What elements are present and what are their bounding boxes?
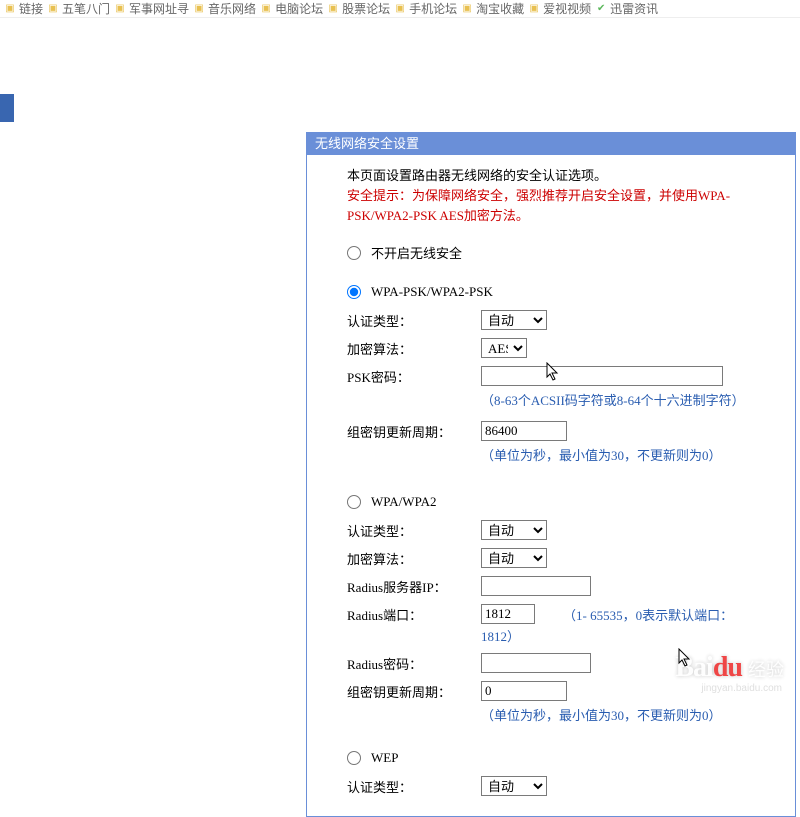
folder-icon: ▣ (193, 3, 205, 15)
group-key-hint: （单位为秒，最小值为30，不更新则为0） (481, 445, 781, 464)
field-auth-type: 认证类型： 自动 (347, 310, 781, 330)
radio-wpa[interactable] (347, 495, 361, 509)
folder-icon: ▣ (4, 3, 16, 15)
group-key-input[interactable] (481, 421, 567, 441)
field-wep-auth-type: 认证类型： 自动 (347, 776, 781, 796)
folder-icon: ▣ (528, 3, 540, 15)
watermark-sub: 经验 (748, 656, 784, 682)
radius-port-input[interactable] (481, 604, 535, 624)
field-psk-password: PSK密码： (347, 366, 781, 386)
field-radius-ip: Radius服务器IP： (347, 576, 781, 596)
folder-icon: ▣ (47, 3, 59, 15)
wep-auth-type-select[interactable]: 自动 (481, 776, 547, 796)
panel-title: 无线网络安全设置 (307, 133, 795, 155)
security-option-wpapsk[interactable]: WPA-PSK/WPA2-PSK (347, 284, 781, 300)
auth-type-label: 认证类型： (347, 311, 481, 330)
radio-wpa-label: WPA/WPA2 (371, 494, 437, 510)
wpa-auth-type-select[interactable]: 自动 (481, 520, 547, 540)
bookmark-item[interactable]: ▣军事网址寻 (114, 0, 189, 17)
psk-hint: （8-63个ACSII码字符或8-64个十六进制字符） (481, 390, 781, 409)
panel-body: 本页面设置路由器无线网络的安全认证选项。 安全提示：为保障网络安全，强烈推荐开启… (307, 155, 795, 816)
wpa-group-key-label: 组密钥更新周期： (347, 682, 481, 701)
bookmark-item[interactable]: ▣电脑论坛 (260, 0, 323, 17)
bookmark-item[interactable]: ▣音乐网络 (193, 0, 256, 17)
radio-none[interactable] (347, 246, 361, 260)
wpa-auth-type-label: 认证类型： (347, 521, 481, 540)
wpa-group-key-input[interactable] (481, 681, 567, 701)
field-wpa-encrypt-algo: 加密算法： 自动 (347, 548, 781, 568)
folder-icon: ▣ (114, 3, 126, 15)
folder-icon: ▣ (327, 3, 339, 15)
check-icon: ✔ (595, 3, 607, 15)
radius-port-hint: （1- 65535，0表示默认端口： (563, 605, 733, 624)
folder-icon: ▣ (461, 3, 473, 15)
encrypt-algo-select[interactable]: AES (481, 338, 527, 358)
field-group-key: 组密钥更新周期： (347, 421, 781, 441)
wep-auth-type-label: 认证类型： (347, 777, 481, 796)
radius-ip-label: Radius服务器IP： (347, 577, 481, 596)
bookmark-item[interactable]: ▣五笔八门 (47, 0, 110, 17)
radius-port-label: Radius端口： (347, 605, 481, 624)
security-option-none[interactable]: 不开启无线安全 (347, 243, 781, 262)
field-wpa-auth-type: 认证类型： 自动 (347, 520, 781, 540)
bookmark-item[interactable]: ▣爱视视频 (528, 0, 591, 17)
field-radius-port: Radius端口： （1- 65535，0表示默认端口： (347, 604, 781, 624)
bookmark-item[interactable]: ▣股票论坛 (327, 0, 390, 17)
watermark-logo: Baidu (675, 652, 742, 684)
field-encrypt-algo: 加密算法： AES (347, 338, 781, 358)
group-key-label: 组密钥更新周期： (347, 422, 481, 441)
radio-none-label: 不开启无线安全 (371, 243, 462, 262)
intro-text: 本页面设置路由器无线网络的安全认证选项。 (347, 165, 781, 184)
bookmark-item[interactable]: ▣链接 (4, 0, 43, 17)
radius-pwd-input[interactable] (481, 653, 591, 673)
radio-wep-label: WEP (371, 750, 398, 766)
radius-pwd-label: Radius密码： (347, 654, 481, 673)
radio-wpapsk-label: WPA-PSK/WPA2-PSK (371, 284, 493, 300)
radius-port-hint2: 1812） (481, 626, 781, 645)
wpa-encrypt-algo-select[interactable]: 自动 (481, 548, 547, 568)
security-option-wpa[interactable]: WPA/WPA2 (347, 494, 781, 510)
left-tab-indicator (0, 94, 14, 122)
watermark-url: jingyan.baidu.com (701, 683, 782, 694)
intro-warning: 安全提示：为保障网络安全，强烈推荐开启安全设置，并使用WPA-PSK/WPA2-… (347, 186, 781, 225)
radio-wep[interactable] (347, 751, 361, 765)
bookmark-item[interactable]: ▣手机论坛 (394, 0, 457, 17)
wpa-group-key-hint: （单位为秒，最小值为30，不更新则为0） (481, 705, 781, 724)
folder-icon: ▣ (394, 3, 406, 15)
wireless-security-panel: 无线网络安全设置 本页面设置路由器无线网络的安全认证选项。 安全提示：为保障网络… (306, 132, 796, 817)
security-option-wep[interactable]: WEP (347, 750, 781, 766)
radio-wpapsk[interactable] (347, 285, 361, 299)
bookmark-item[interactable]: ▣淘宝收藏 (461, 0, 524, 17)
auth-type-select[interactable]: 自动 (481, 310, 547, 330)
wpa-encrypt-algo-label: 加密算法： (347, 549, 481, 568)
watermark: Baidu 经验 (675, 652, 784, 684)
psk-password-input[interactable] (481, 366, 723, 386)
radius-ip-input[interactable] (481, 576, 591, 596)
psk-password-label: PSK密码： (347, 367, 481, 386)
page-area: 无线网络安全设置 本页面设置路由器无线网络的安全认证选项。 安全提示：为保障网络… (0, 18, 800, 700)
bookmarks-bar: ▣链接 ▣五笔八门 ▣军事网址寻 ▣音乐网络 ▣电脑论坛 ▣股票论坛 ▣手机论坛… (0, 0, 800, 18)
encrypt-algo-label: 加密算法： (347, 339, 481, 358)
folder-icon: ▣ (260, 3, 272, 15)
bookmark-item[interactable]: ✔迅雷资讯 (595, 0, 658, 17)
